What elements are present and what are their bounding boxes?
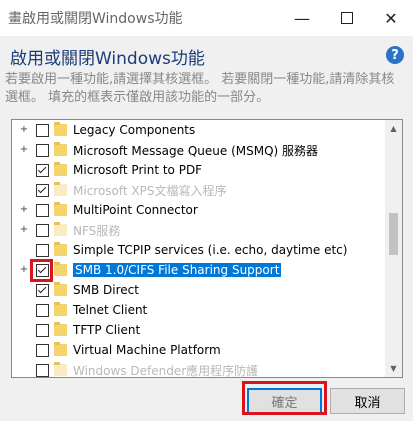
- plus-expander-icon[interactable]: +: [19, 125, 29, 135]
- folder-icon: [54, 222, 67, 236]
- feature-row[interactable]: +Simple TCPIP services (i.e. echo, dayti…: [12, 240, 385, 260]
- feature-checkbox[interactable]: [36, 303, 49, 317]
- feature-checkbox[interactable]: [36, 163, 49, 177]
- feature-row[interactable]: + Legacy Components: [12, 120, 385, 140]
- close-button[interactable]: ✕: [369, 0, 413, 36]
- folder-icon: [54, 202, 67, 216]
- highlight-box-checkbox: [30, 259, 53, 282]
- feature-label: TFTP Client: [73, 323, 141, 337]
- feature-label: SMB Direct: [73, 283, 139, 297]
- folder-icon: [54, 342, 67, 356]
- feature-checkbox[interactable]: [36, 343, 49, 357]
- folder-icon: [54, 182, 67, 196]
- highlight-box-ok-button: [242, 381, 327, 415]
- folder-icon: [54, 162, 67, 176]
- feature-label: Microsoft Print to PDF: [73, 163, 203, 177]
- feature-checkbox[interactable]: [36, 283, 49, 297]
- minimize-icon: —: [294, 8, 310, 28]
- feature-row[interactable]: + MultiPoint Connector: [12, 200, 385, 220]
- feature-row[interactable]: +Windows Defender應用程序防護: [12, 360, 385, 378]
- feature-checkbox[interactable]: [36, 203, 49, 217]
- folder-icon: [54, 262, 67, 276]
- feature-row[interactable]: +Virtual Machine Platform: [12, 340, 385, 360]
- feature-row[interactable]: + NFS服務: [12, 220, 385, 240]
- maximize-icon: [341, 12, 353, 24]
- feature-checkbox[interactable]: [36, 183, 49, 197]
- feature-checkbox[interactable]: [36, 363, 49, 377]
- folder-icon: [54, 322, 67, 336]
- features-list: + Legacy Components + Microsoft Message Que…: [12, 120, 385, 378]
- cancel-button[interactable]: 取消: [330, 388, 405, 414]
- plus-expander-icon[interactable]: +: [19, 205, 29, 215]
- feature-label: MultiPoint Connector: [73, 203, 198, 217]
- features-tree[interactable]: + Legacy Components + Microsoft Message Que…: [11, 119, 403, 378]
- feature-checkbox[interactable]: [36, 223, 49, 237]
- scroll-thumb[interactable]: [389, 213, 398, 255]
- help-icon[interactable]: ?: [386, 46, 404, 64]
- feature-label: SMB 1.0/CIFS File Sharing Support: [73, 263, 282, 277]
- feature-row[interactable]: + SMB 1.0/CIFS File Sharing Support: [12, 260, 385, 280]
- window-title-text: 啟用或關閉Windows功能: [22, 11, 183, 27]
- feature-row[interactable]: +Microsoft XPS文檔寫入程序: [12, 180, 385, 200]
- plus-expander-icon[interactable]: +: [19, 225, 29, 235]
- feature-label: NFS服務: [73, 223, 121, 238]
- folder-icon: [54, 302, 67, 316]
- minimize-button[interactable]: —: [280, 0, 324, 36]
- feature-label: Microsoft XPS文檔寫入程序: [73, 183, 227, 198]
- feature-label: Legacy Components: [73, 123, 196, 137]
- feature-checkbox[interactable]: [36, 123, 49, 137]
- feature-checkbox[interactable]: [36, 143, 49, 157]
- folder-icon: [54, 362, 67, 376]
- feature-row[interactable]: + Microsoft Message Queue (MSMQ) 服務器: [12, 140, 385, 160]
- feature-label: Virtual Machine Platform: [73, 343, 221, 357]
- window-title: 畫啟用或關閉Windows功能: [8, 8, 183, 28]
- title-bar: 畫啟用或關閉Windows功能 — ✕: [0, 0, 413, 36]
- scroll-up-icon[interactable]: ▲: [385, 120, 402, 137]
- feature-label: Simple TCPIP services (i.e. echo, daytim…: [73, 243, 348, 257]
- feature-row[interactable]: +Telnet Client: [12, 300, 385, 320]
- plus-expander-icon[interactable]: +: [19, 145, 29, 155]
- feature-row[interactable]: +TFTP Client: [12, 320, 385, 340]
- feature-label: Telnet Client: [73, 303, 148, 317]
- feature-checkbox[interactable]: [36, 243, 49, 257]
- close-icon: ✕: [384, 8, 398, 28]
- folder-icon: [54, 142, 67, 156]
- instructions-text: 若要啟用一種功能,請選擇其核選框。 若要關閉一種功能,請清除其核選框。 填充的框…: [5, 72, 395, 105]
- dialog-content: 啟用或關閉Windows功能 ? 若要啟用一種功能,請選擇其核選框。 若要關閉一…: [0, 36, 413, 421]
- vertical-scrollbar[interactable]: ▲ ▼: [385, 120, 402, 377]
- app-icon: 畫: [8, 11, 22, 27]
- feature-checkbox[interactable]: [36, 323, 49, 337]
- maximize-button[interactable]: [325, 0, 369, 36]
- scroll-down-icon[interactable]: ▼: [385, 360, 402, 377]
- feature-label: Microsoft Message Queue (MSMQ) 服務器: [73, 143, 319, 158]
- folder-icon: [54, 242, 67, 256]
- folder-icon: [54, 122, 67, 136]
- folder-icon: [54, 282, 67, 296]
- feature-row[interactable]: +SMB Direct: [12, 280, 385, 300]
- page-heading: 啟用或關閉Windows功能: [10, 49, 205, 69]
- dialog-window: 畫啟用或關閉Windows功能 — ✕ 啟用或關閉Windows功能 ? 若要啟…: [0, 0, 413, 421]
- feature-row[interactable]: +Microsoft Print to PDF: [12, 160, 385, 180]
- plus-expander-icon[interactable]: +: [19, 265, 29, 275]
- feature-label: Windows Defender應用程序防護: [73, 363, 259, 378]
